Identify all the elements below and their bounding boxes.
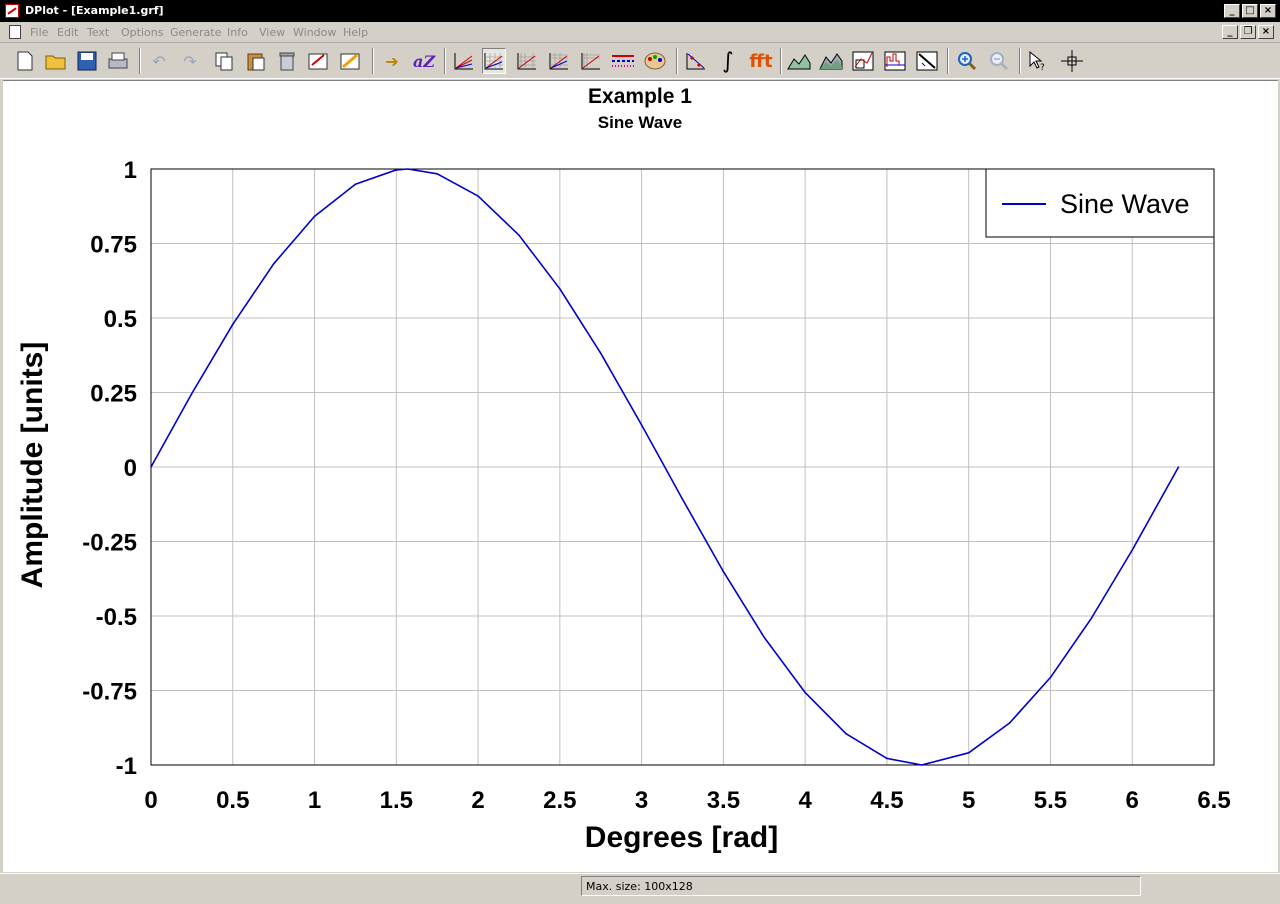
series-point (436, 172, 438, 175)
x-tick-label: 6 (1126, 787, 1139, 814)
series-point (272, 262, 275, 265)
series-point (518, 234, 520, 236)
series-point (1090, 617, 1093, 620)
series-point (886, 757, 888, 760)
y-tick-label: -0.5 (96, 604, 137, 631)
series-point (1131, 549, 1134, 551)
x-tick-label: 1.5 (380, 787, 413, 814)
x-tick-label: 2 (471, 787, 484, 814)
series-point (763, 636, 766, 639)
x-tick-label: 5 (962, 787, 975, 814)
y-tick-label: 0.25 (90, 381, 137, 408)
x-tick-label: 2.5 (543, 787, 576, 814)
x-tick-label: 1 (308, 787, 321, 814)
y-tick-label: -0.25 (82, 530, 137, 557)
series-point (681, 498, 684, 500)
x-axis-label: Degrees [rad] (585, 821, 778, 854)
series-point (1008, 722, 1011, 724)
series-point (477, 195, 479, 197)
series-point (407, 168, 409, 170)
series-point (845, 732, 847, 735)
y-tick-label: -0.75 (82, 679, 137, 706)
y-tick-label: 0.75 (90, 232, 137, 259)
series-point (559, 287, 561, 290)
x-tick-label: 3 (635, 787, 648, 814)
series-point (231, 323, 234, 326)
x-tick-label: 0 (144, 787, 157, 814)
series-point (920, 764, 923, 766)
y-tick-label: 0 (124, 455, 137, 482)
x-tick-label: 3.5 (707, 787, 740, 814)
x-tick-label: 4 (798, 787, 812, 814)
series-point (640, 424, 643, 426)
series-point (804, 691, 806, 694)
series-point (313, 215, 316, 218)
series-point (722, 570, 725, 573)
series-point (354, 183, 357, 185)
legend-label: Sine Wave (1060, 189, 1190, 219)
series-point (395, 169, 398, 171)
y-tick-label: 1 (124, 157, 137, 184)
series-point (150, 466, 152, 468)
series-point (191, 392, 193, 395)
sine-wave-plot[interactable]: 0 0.5 1 1.5 2 2.5 3 3.5 4 4.5 5 5.5 6 6.5 1 0.75 0.5 0.25… (0, 0, 1280, 903)
series-point (1049, 676, 1052, 679)
x-tick-label: 6.5 (1197, 787, 1230, 814)
series-point (663, 466, 666, 468)
x-tick-label: 4.5 (870, 787, 903, 814)
series-point (599, 352, 602, 354)
y-tick-label: -1 (116, 753, 137, 780)
y-axis-label: Amplitude [units] (16, 342, 49, 589)
x-tick-label: 5.5 (1034, 787, 1067, 814)
y-tick-label: 0.5 (104, 306, 137, 333)
series-point (967, 751, 970, 754)
series-point (1177, 466, 1180, 468)
status-text: Max. size: 100x128 (581, 876, 1141, 896)
x-tick-label: 0.5 (216, 787, 249, 814)
